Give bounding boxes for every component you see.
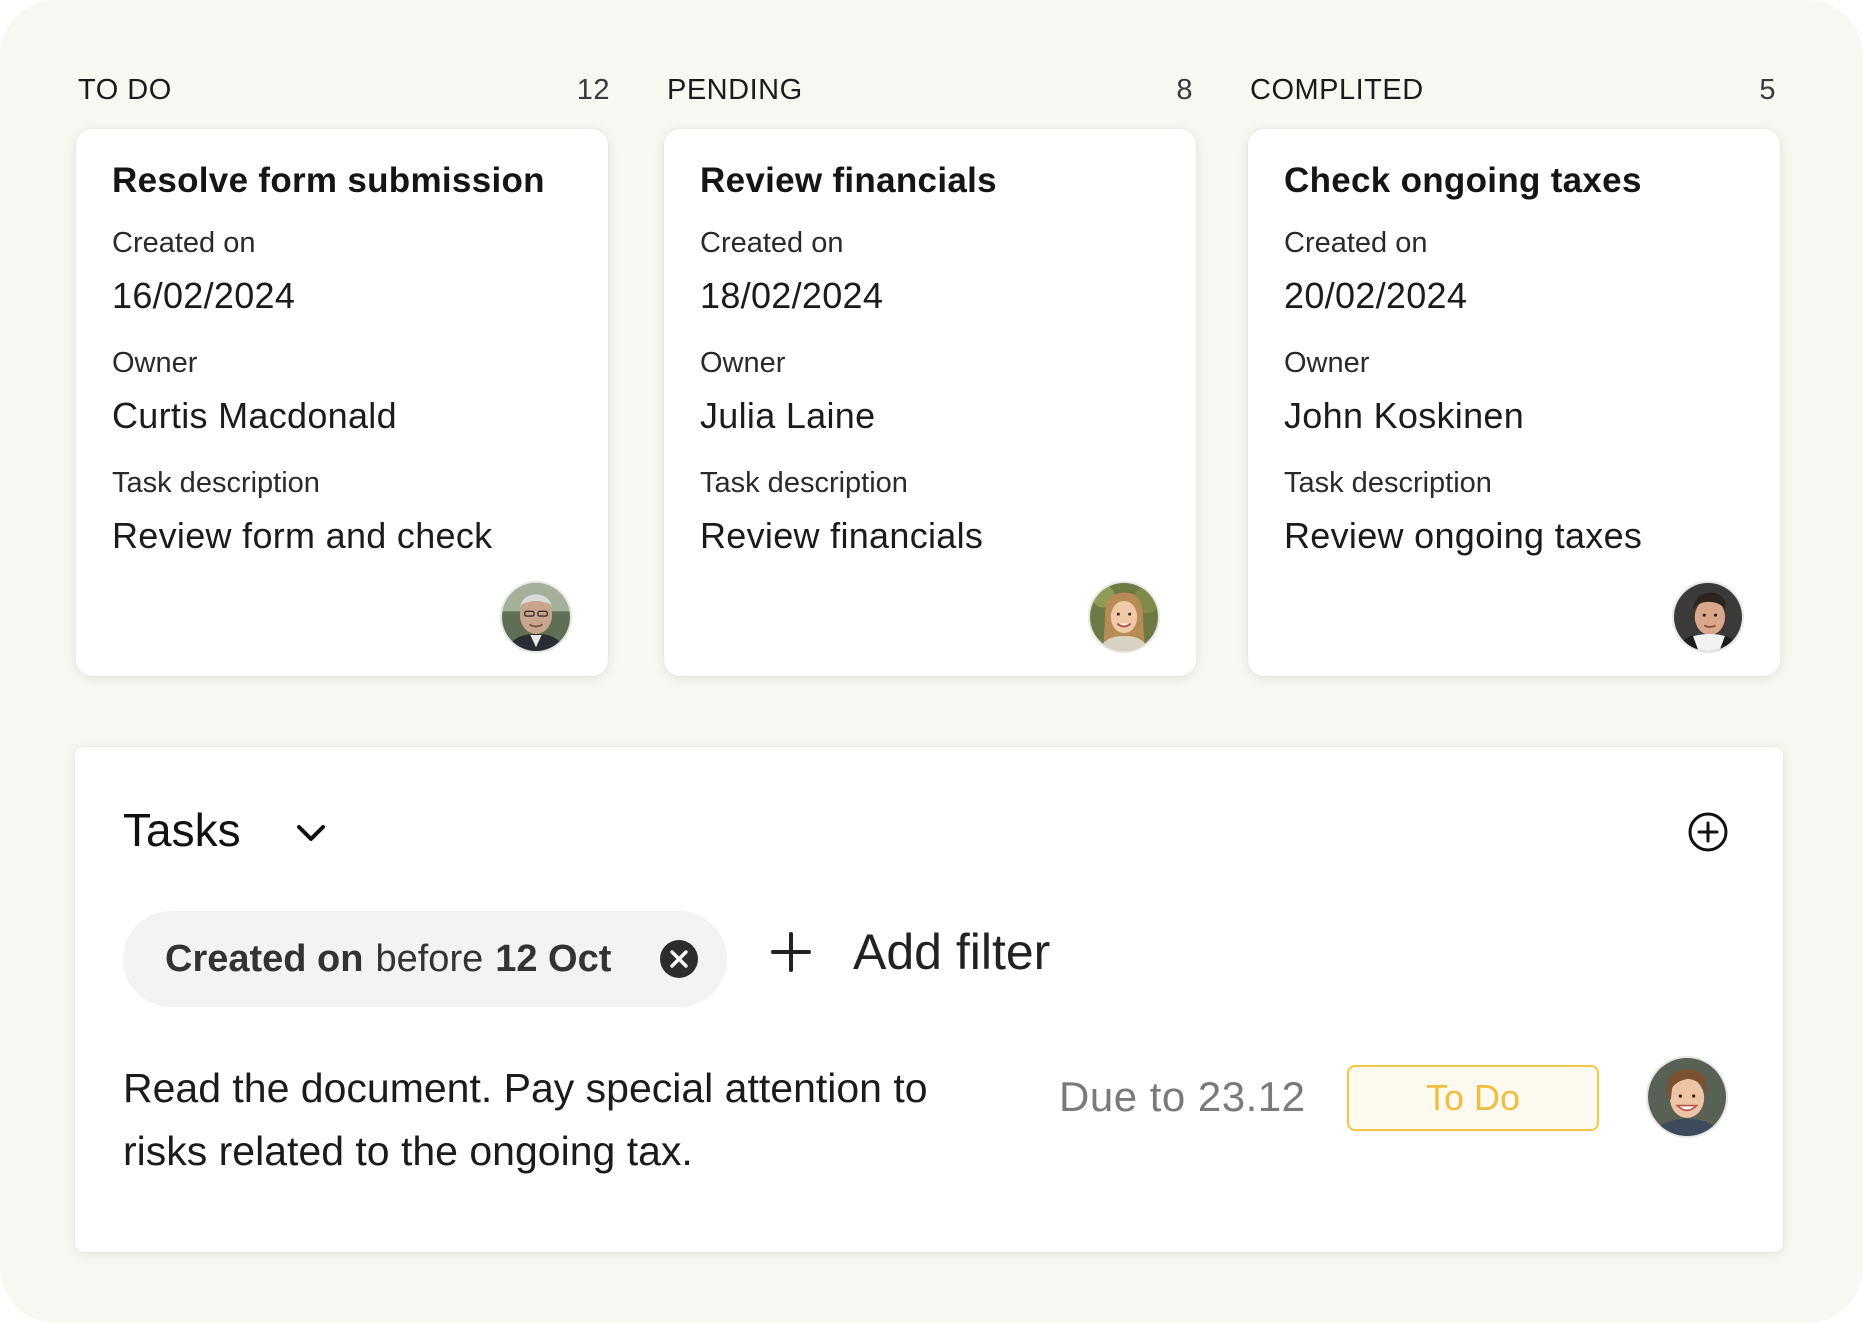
column-count: 12 <box>576 73 610 106</box>
panel-title: Tasks <box>123 804 241 856</box>
column-title: PENDING <box>667 73 803 106</box>
avatar-young-man-smiling-icon <box>1648 1058 1726 1136</box>
assignee-avatar[interactable] <box>1646 1056 1728 1138</box>
owner-label: Owner <box>700 347 786 379</box>
owner-value: Curtis Macdonald <box>112 395 397 436</box>
owner-label: Owner <box>112 347 198 379</box>
created-value: 20/02/2024 <box>1284 275 1468 316</box>
board-background: TO DO 12 Resolve form submission Created… <box>0 0 1863 1323</box>
add-filter-label: Add filter <box>853 924 1051 980</box>
chevron-down-icon[interactable] <box>291 813 331 853</box>
task-card[interactable]: Review financials Created on 18/02/2024 … <box>664 129 1196 676</box>
filter-value: 12 Oct <box>495 937 612 980</box>
avatar-woman-icon <box>1090 583 1158 651</box>
owner-avatar[interactable] <box>1088 581 1160 653</box>
created-value: 16/02/2024 <box>112 275 296 316</box>
owner-value: Julia Laine <box>700 395 876 436</box>
column-header-completed: COMPLITED 5 <box>1250 70 1776 110</box>
filter-field: Created on <box>165 937 364 980</box>
column-count: 8 <box>1176 73 1193 106</box>
owner-avatar[interactable] <box>1672 581 1744 653</box>
column-header-todo: TO DO 12 <box>78 70 610 110</box>
plus-icon <box>771 932 811 972</box>
owner-label: Owner <box>1284 347 1370 379</box>
created-value: 18/02/2024 <box>700 275 884 316</box>
task-card[interactable]: Check ongoing taxes Created on 20/02/202… <box>1248 129 1780 676</box>
card-title: Resolve form submission <box>112 161 545 200</box>
task-description: Read the document. Pay special attention… <box>123 1065 928 1174</box>
task-due-date: Due to 23.12 <box>1059 1073 1306 1120</box>
owner-value: John Koskinen <box>1284 395 1525 436</box>
column-header-pending: PENDING 8 <box>667 70 1193 110</box>
owner-avatar[interactable] <box>500 581 572 653</box>
close-circle-icon[interactable] <box>659 939 699 979</box>
card-title: Review financials <box>700 161 997 200</box>
created-label: Created on <box>1284 227 1428 259</box>
created-label: Created on <box>112 227 256 259</box>
add-filter-button[interactable]: Add filter <box>769 917 1050 987</box>
filter-operator: before <box>375 937 484 980</box>
plus-circle-icon[interactable] <box>1687 811 1729 853</box>
description-label: Task description <box>112 467 320 499</box>
task-card[interactable]: Resolve form submission Created on 16/02… <box>76 129 608 676</box>
description-value: Review ongoing taxes <box>1284 515 1643 556</box>
card-title: Check ongoing taxes <box>1284 161 1642 200</box>
description-label: Task description <box>1284 467 1492 499</box>
description-label: Task description <box>700 467 908 499</box>
description-value: Review form and check <box>112 515 493 556</box>
created-label: Created on <box>700 227 844 259</box>
column-count: 5 <box>1759 73 1776 106</box>
avatar-young-man-icon <box>1674 583 1742 651</box>
avatar-older-man-icon <box>502 583 570 651</box>
column-title: TO DO <box>78 73 172 106</box>
filter-chip[interactable]: Created on before 12 Oct <box>123 911 727 1007</box>
column-title: COMPLITED <box>1250 73 1424 106</box>
description-value: Review financials <box>700 515 984 556</box>
status-badge[interactable]: To Do <box>1347 1065 1599 1131</box>
tasks-panel: Tasks Created on before 12 Oct Add filter … <box>75 747 1783 1252</box>
